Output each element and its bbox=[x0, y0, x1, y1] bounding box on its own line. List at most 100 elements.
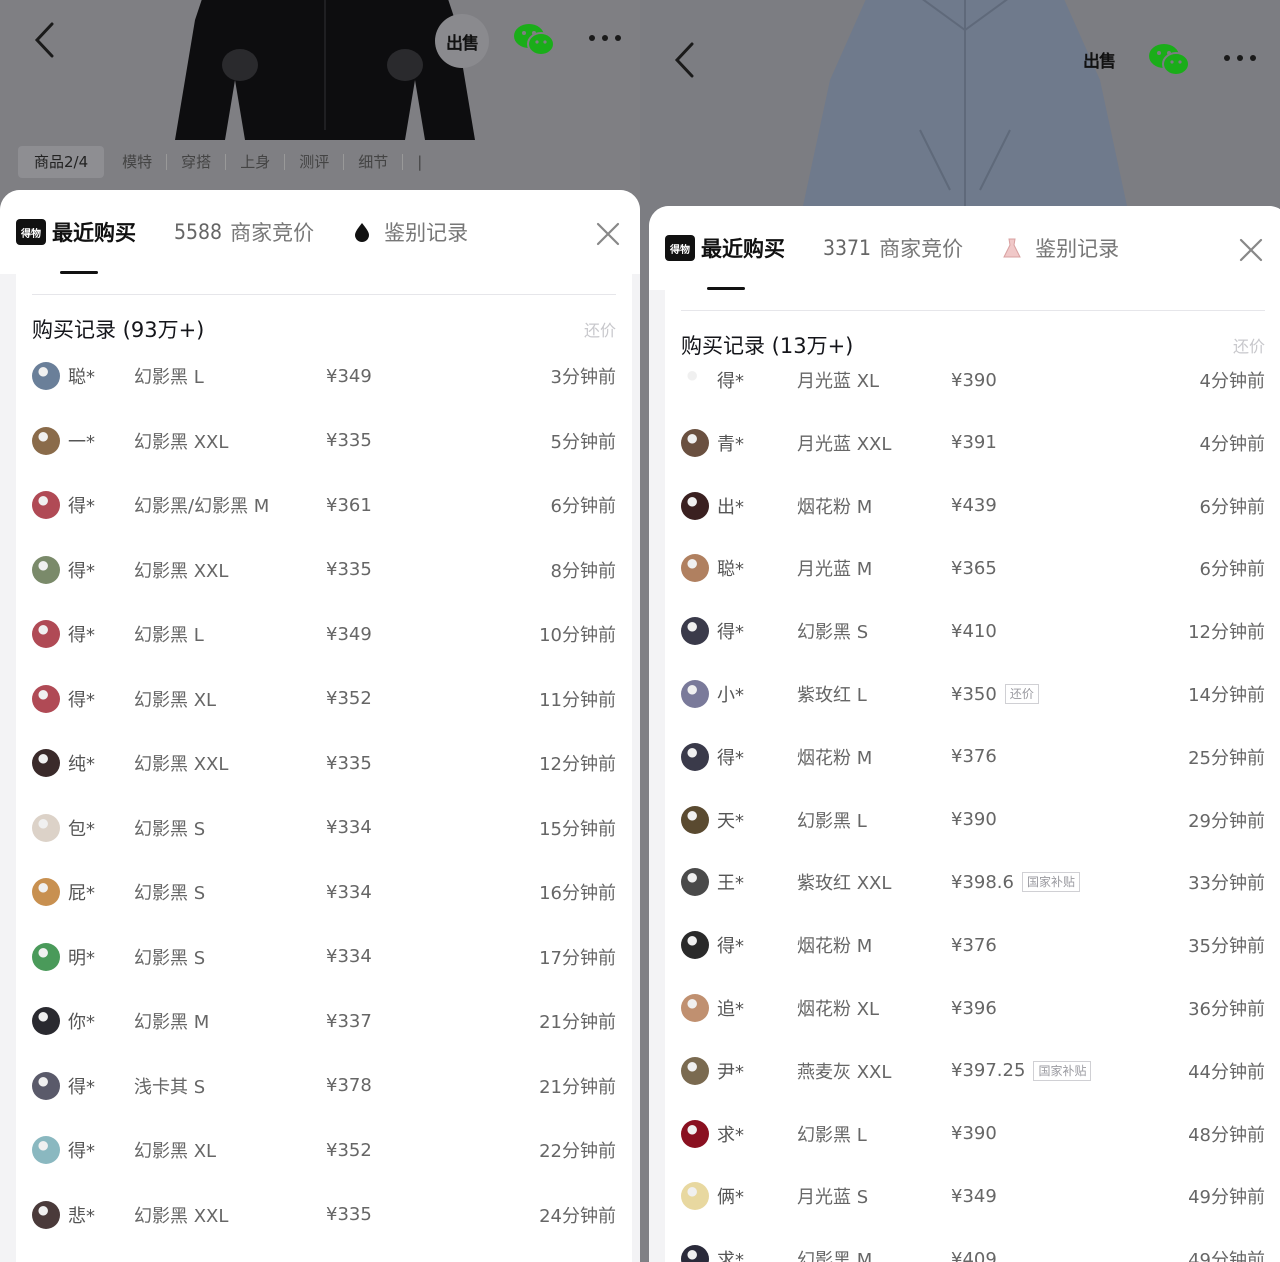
thumb-tab-detail[interactable]: 细节 bbox=[344, 154, 404, 170]
sheet-tab-bar: 得物 最近购买 5588 商家竞价 鉴别记录 bbox=[0, 190, 640, 274]
price-cell: ¥335 bbox=[326, 1204, 539, 1225]
table-row[interactable]: 一* 幻影黑 XXL ¥335 5分钟前 bbox=[32, 421, 616, 461]
tab-merchant-bids[interactable]: 3371 商家竞价 bbox=[823, 233, 963, 263]
price-cell: ¥378 bbox=[326, 1075, 539, 1096]
table-row[interactable]: 得* 幻影黑 XL ¥352 22分钟前 bbox=[32, 1130, 616, 1170]
buyer-name: 求* bbox=[717, 1250, 744, 1262]
divider bbox=[681, 310, 1265, 311]
avatar bbox=[681, 1182, 709, 1211]
avatar bbox=[32, 878, 60, 906]
table-row[interactable]: 屁* 幻影黑 S ¥334 16分钟前 bbox=[32, 872, 616, 912]
buyer-name: 青* bbox=[717, 433, 744, 455]
table-row[interactable]: 得* 浅卡其 S ¥378 21分钟前 bbox=[32, 1066, 616, 1106]
purchase-time: 17分钟前 bbox=[539, 947, 616, 969]
thumb-tab-on-body[interactable]: 上身 bbox=[226, 154, 286, 170]
tab-authentication-records[interactable]: 鉴别记录 bbox=[1003, 233, 1119, 263]
avatar bbox=[32, 362, 60, 390]
avatar bbox=[32, 426, 60, 455]
more-icon[interactable] bbox=[1220, 48, 1260, 68]
table-row[interactable]: 追* 烟花粉 XL ¥396 36分钟前 bbox=[681, 988, 1265, 1028]
wechat-icon[interactable] bbox=[1147, 40, 1191, 80]
table-row[interactable]: 聪* 幻影黑 L ¥349 3分钟前 bbox=[32, 356, 616, 396]
records-list[interactable]: 购买记录 (13万+) 还价 得* 月光蓝 XL ¥390 4分钟前 青* 月光蓝 XXL… bbox=[665, 290, 1280, 1262]
purchase-time: 22分钟前 bbox=[539, 1141, 616, 1162]
table-row[interactable]: 青* 月光蓝 XXL ¥391 4分钟前 bbox=[681, 423, 1265, 463]
tab-authentication-records[interactable]: 鉴别记录 bbox=[354, 217, 468, 247]
thumb-tab-product[interactable]: 商品2/4 bbox=[18, 146, 105, 178]
thumb-tab-outfit[interactable]: 穿搭 bbox=[167, 154, 227, 170]
close-icon[interactable] bbox=[1237, 236, 1265, 264]
back-arrow-icon[interactable] bbox=[26, 20, 62, 60]
product-spec: 幻影黑/幻影黑 M bbox=[134, 496, 270, 517]
price-cell: ¥337 bbox=[326, 1011, 539, 1032]
buyer-name: 求* bbox=[717, 1124, 744, 1146]
table-row[interactable]: 悲* 幻影黑 XXL ¥335 24分钟前 bbox=[32, 1195, 616, 1235]
table-row[interactable]: 你* 幻影黑 M ¥337 21分钟前 bbox=[32, 1001, 616, 1041]
bid-count: 5588 bbox=[174, 220, 223, 244]
thumb-tab-review[interactable]: 测评 bbox=[285, 154, 345, 170]
price: ¥409 bbox=[951, 1248, 997, 1262]
tab-recent-purchases[interactable]: 最近购买 bbox=[52, 217, 136, 247]
table-row[interactable]: 尹* 燕麦灰 XXL ¥397.25 国家补贴 44分钟前 bbox=[681, 1051, 1265, 1091]
table-row[interactable]: 王* 紫玫红 XXL ¥398.6 国家补贴 33分钟前 bbox=[681, 862, 1265, 902]
table-row[interactable]: 得* 幻影黑 XXL ¥335 8分钟前 bbox=[32, 550, 616, 590]
records-list[interactable]: 购买记录 (93万+) 还价 聪* 幻影黑 L ¥349 3分钟前 一* 幻影黑 XXL ¥… bbox=[16, 274, 632, 1262]
table-row[interactable]: 得* 烟花粉 M ¥376 35分钟前 bbox=[681, 925, 1265, 965]
price: ¥334 bbox=[326, 881, 372, 903]
avatar bbox=[32, 1071, 60, 1100]
bargain-link[interactable]: 还价 bbox=[584, 317, 616, 341]
product-spec: 浅卡其 S bbox=[134, 1076, 206, 1098]
bargain-link[interactable]: 还价 bbox=[1233, 333, 1265, 357]
thumb-tab-model[interactable]: 模特 bbox=[108, 154, 168, 170]
table-row[interactable]: 求* 幻影黑 M ¥409 49分钟前 bbox=[681, 1239, 1265, 1262]
price: ¥334 bbox=[326, 946, 372, 967]
product-spec: 烟花粉 XL bbox=[797, 999, 880, 1020]
buyer-name: 追* bbox=[717, 999, 744, 1020]
product-spec: 月光蓝 XXL bbox=[797, 433, 892, 455]
table-row[interactable]: 得* 烟花粉 M ¥376 25分钟前 bbox=[681, 737, 1265, 777]
avatar bbox=[681, 428, 709, 457]
table-row[interactable]: 得* 月光蓝 XL ¥390 4分钟前 bbox=[681, 360, 1265, 400]
purchase-records-sheet: 得物 最近购买 3371 商家竞价 鉴别记录 购买记录 (13万+) 还价 得*… bbox=[649, 206, 1280, 1262]
purchase-time: 6分钟前 bbox=[550, 496, 616, 517]
avatar bbox=[681, 554, 709, 583]
auth-label: 鉴别记录 bbox=[384, 221, 469, 245]
buyer-name: 天* bbox=[717, 810, 744, 832]
table-row[interactable]: 天* 幻影黑 L ¥390 29分钟前 bbox=[681, 800, 1265, 840]
table-row[interactable]: 小* 紫玫红 L ¥350 还价 14分钟前 bbox=[681, 674, 1265, 714]
sell-button[interactable]: 出售 bbox=[1072, 32, 1126, 86]
wechat-icon[interactable] bbox=[512, 20, 556, 60]
table-row[interactable]: 得* 幻影黑 L ¥349 10分钟前 bbox=[32, 614, 616, 654]
price-cell: ¥334 bbox=[326, 882, 539, 903]
table-row[interactable]: 得* 幻影黑 XL ¥352 11分钟前 bbox=[32, 679, 616, 719]
price: ¥376 bbox=[951, 934, 997, 956]
product-spec: 烟花粉 M bbox=[797, 747, 873, 769]
table-row[interactable]: 纯* 幻影黑 XXL ¥335 12分钟前 bbox=[32, 743, 616, 783]
price-cell: ¥410 bbox=[951, 621, 1188, 642]
table-row[interactable]: 包* 幻影黑 S ¥334 15分钟前 bbox=[32, 808, 616, 848]
avatar bbox=[681, 931, 709, 960]
price-cell: ¥390 bbox=[951, 809, 1188, 830]
tab-merchant-bids[interactable]: 5588 商家竞价 bbox=[174, 217, 314, 247]
table-row[interactable]: 聪* 月光蓝 M ¥365 6分钟前 bbox=[681, 548, 1265, 588]
price: ¥335 bbox=[326, 1204, 372, 1225]
price-cell: ¥376 bbox=[951, 935, 1188, 956]
price-cell: ¥398.6 国家补贴 bbox=[951, 872, 1188, 893]
table-row[interactable]: 出* 烟花粉 M ¥439 6分钟前 bbox=[681, 486, 1265, 526]
purchase-time: 5分钟前 bbox=[550, 431, 616, 453]
product-spec: 幻影黑 L bbox=[134, 367, 204, 388]
more-icon[interactable] bbox=[585, 28, 625, 48]
sell-button[interactable]: 出售 bbox=[435, 14, 489, 68]
product-image[interactable]: 出售 bbox=[640, 0, 1280, 230]
tab-recent-purchases[interactable]: 最近购买 bbox=[701, 233, 785, 263]
close-icon[interactable] bbox=[594, 220, 622, 248]
table-row[interactable]: 明* 幻影黑 S ¥334 17分钟前 bbox=[32, 937, 616, 977]
table-row[interactable]: 得* 幻影黑/幻影黑 M ¥361 6分钟前 bbox=[32, 485, 616, 525]
back-arrow-icon[interactable] bbox=[666, 40, 702, 80]
table-row[interactable]: 得* 幻影黑 S ¥410 12分钟前 bbox=[681, 611, 1265, 651]
buyer-name: 悲* bbox=[68, 1205, 95, 1227]
table-row[interactable]: 求* 幻影黑 L ¥390 48分钟前 bbox=[681, 1114, 1265, 1154]
table-row[interactable]: 俩* 月光蓝 S ¥349 49分钟前 bbox=[681, 1176, 1265, 1216]
avatar bbox=[681, 680, 709, 708]
price-cell: ¥334 bbox=[326, 817, 539, 838]
